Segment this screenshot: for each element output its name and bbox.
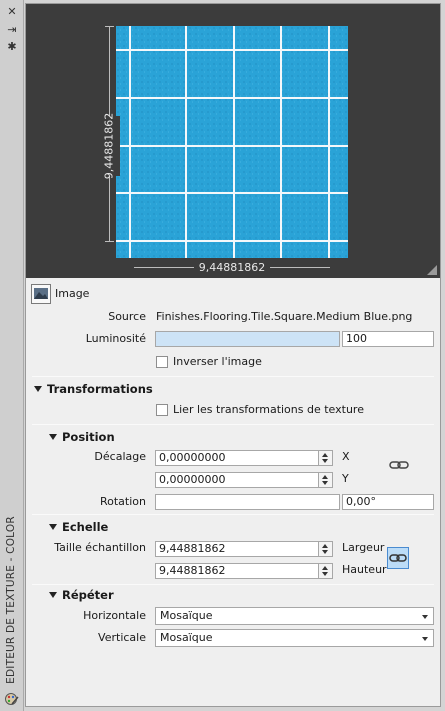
separator xyxy=(32,376,434,377)
offset-y-spinner[interactable] xyxy=(319,472,333,488)
image-thumbnail-icon[interactable] xyxy=(31,284,51,304)
settings-icon[interactable]: ✱ xyxy=(5,41,19,53)
resize-grip-icon[interactable] xyxy=(427,265,437,275)
brightness-label: Luminosité xyxy=(85,332,146,345)
width-dimension-label: 9,44881862 xyxy=(194,261,270,274)
sample-size-label: Taille échantillon xyxy=(54,541,146,554)
link-transformations-label: Lier les transformations de texture xyxy=(173,403,364,416)
link-transformations-checkbox[interactable] xyxy=(156,404,168,416)
palette-title: EDITEUR DE TEXTURE - COLOR xyxy=(5,516,17,684)
palette-title-strip: ✕ ⇥ ✱ EDITEUR DE TEXTURE - COLOR xyxy=(0,0,24,711)
sample-width-input[interactable]: 9,44881862 xyxy=(155,541,319,557)
width-label: Largeur xyxy=(342,541,385,554)
collapse-arrow-icon xyxy=(49,524,57,530)
sample-width-spinner[interactable] xyxy=(319,541,333,557)
brightness-input[interactable]: 100 xyxy=(342,331,434,347)
offset-x-input[interactable]: 0,00000000 xyxy=(155,450,319,466)
x-axis-label: X xyxy=(342,450,350,463)
collapse-arrow-icon xyxy=(34,386,42,392)
close-icon[interactable]: ✕ xyxy=(5,6,19,18)
texture-preview[interactable]: 9,44881862 9,44881862 xyxy=(26,4,440,278)
texture-swatch xyxy=(116,26,348,258)
vertical-repeat-select[interactable]: Mosaïque xyxy=(155,629,434,647)
source-label: Source xyxy=(108,310,146,323)
offset-y-input[interactable]: 0,00000000 xyxy=(155,472,319,488)
sample-height-input[interactable]: 9,44881862 xyxy=(155,563,319,579)
separator xyxy=(32,514,434,515)
offset-label: Décalage xyxy=(94,450,146,463)
rotation-label: Rotation xyxy=(99,495,146,508)
lock-aspect-chain-icon[interactable] xyxy=(387,547,409,569)
collapse-arrow-icon xyxy=(49,434,57,440)
separator xyxy=(32,424,434,425)
image-header: Image xyxy=(55,287,90,300)
palette-properties-icon[interactable] xyxy=(4,692,19,706)
repeat-header[interactable]: Répéter xyxy=(49,588,114,602)
pin-icon[interactable]: ⇥ xyxy=(5,24,19,36)
invert-image-checkbox[interactable] xyxy=(156,356,168,368)
chain-link-icon[interactable] xyxy=(389,459,409,471)
scale-header[interactable]: Echelle xyxy=(49,520,108,534)
invert-image-label: Inverser l'image xyxy=(173,355,262,368)
horizontal-repeat-select[interactable]: Mosaïque xyxy=(155,607,434,625)
brightness-slider[interactable] xyxy=(155,331,340,347)
collapse-arrow-icon xyxy=(49,592,57,598)
offset-x-spinner[interactable] xyxy=(319,450,333,466)
horizontal-repeat-label: Horizontale xyxy=(83,609,146,622)
transformations-header[interactable]: Transformations xyxy=(34,382,153,396)
rotation-slider[interactable] xyxy=(155,494,340,510)
height-dimension-label: 9,44881862 xyxy=(98,113,120,179)
rotation-input[interactable]: 0,00° xyxy=(342,494,434,510)
chevron-down-icon xyxy=(422,615,428,619)
texture-editor-panel: 9,44881862 9,44881862 Image Source Finis… xyxy=(25,3,441,707)
chevron-down-icon xyxy=(422,637,428,641)
sample-height-spinner[interactable] xyxy=(319,563,333,579)
position-header[interactable]: Position xyxy=(49,430,115,444)
vertical-repeat-label: Verticale xyxy=(98,631,146,644)
y-axis-label: Y xyxy=(342,472,349,485)
separator xyxy=(32,584,434,585)
source-value[interactable]: Finishes.Flooring.Tile.Square.Medium Blu… xyxy=(156,310,412,324)
height-label: Hauteur xyxy=(342,563,387,576)
